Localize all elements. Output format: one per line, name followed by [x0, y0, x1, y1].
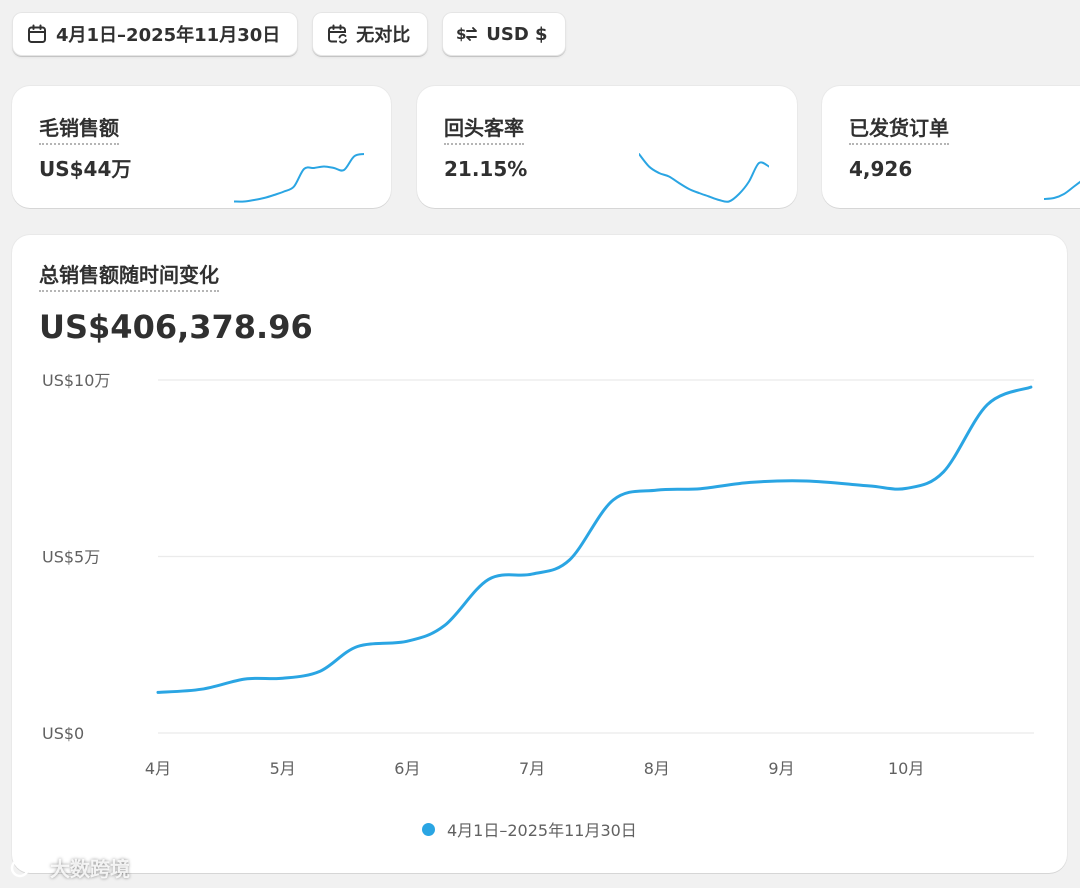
metric-card-gross-sales[interactable]: 毛销售额 US$44万 — [12, 86, 391, 208]
watermark: 大数跨境 — [10, 853, 130, 882]
sparkline-path — [234, 153, 364, 203]
metric-value: US$44万 — [39, 157, 132, 181]
watermark-text: 大数跨境 — [50, 857, 130, 881]
chart-legend[interactable]: 4月1日–2025年11月30日 — [422, 817, 637, 841]
series-line — [156, 385, 1033, 694]
metric-card-orders-fulfilled[interactable]: 已发货订单 4,926 — [822, 86, 1080, 208]
calendar-icon — [28, 24, 46, 43]
legend-label: 4月1日–2025年11月30日 — [447, 821, 637, 840]
metric-title: 回头客率 — [444, 116, 524, 145]
legend-dot — [422, 822, 435, 836]
y-tick-label: US$0 — [42, 724, 84, 743]
metric-card-returning-rate[interactable]: 回头客率 21.15% — [417, 86, 797, 208]
currency-label: USD $ — [486, 23, 548, 45]
metric-title: 毛销售额 — [39, 116, 119, 145]
comparison-button[interactable]: 无对比 — [312, 12, 429, 56]
x-tick-label: 9月 — [768, 759, 794, 778]
total-sales-card: 总销售额随时间变化 US$406,378.96 US$0 US$5万 US$10万 4… — [12, 235, 1067, 873]
comparison-label: 无对比 — [356, 25, 411, 46]
metric-title: 已发货订单 — [849, 116, 949, 145]
sparkline-path — [1044, 180, 1080, 200]
sales-line-chart[interactable]: US$0 US$5万 US$10万 4月 5月 6月 7月 8月 9月 10月 — [12, 235, 1067, 873]
date-range-button[interactable]: 4月1日–2025年11月30日 — [12, 12, 299, 56]
x-tick-label: 8月 — [644, 759, 670, 778]
x-tick-label: 7月 — [519, 759, 545, 778]
currency-exchange-icon: $ — [456, 25, 478, 43]
calendar-compare-icon — [328, 24, 348, 44]
x-tick-label: 10月 — [888, 759, 924, 778]
metric-value: 21.15% — [444, 157, 528, 181]
metric-value: 4,926 — [849, 157, 913, 181]
svg-text:$: $ — [456, 25, 466, 43]
sparkline-gross-sales — [234, 153, 364, 203]
x-tick-label: 6月 — [394, 759, 420, 778]
toolbar: 4月1日–2025年11月30日 无对比 $ USD $ — [12, 12, 566, 56]
sparkline-orders-fulfilled — [1044, 180, 1080, 200]
watermark-logo-icon — [10, 858, 43, 877]
y-tick-label: US$5万 — [42, 548, 100, 567]
x-tick-label: 5月 — [270, 759, 296, 778]
sparkline-path — [639, 153, 769, 203]
y-tick-label: US$10万 — [42, 371, 110, 390]
date-range-label: 4月1日–2025年11月30日 — [56, 25, 281, 46]
sparkline-returning-rate — [639, 153, 769, 203]
currency-button[interactable]: $ USD $ — [442, 12, 566, 56]
x-tick-label: 4月 — [145, 759, 171, 778]
